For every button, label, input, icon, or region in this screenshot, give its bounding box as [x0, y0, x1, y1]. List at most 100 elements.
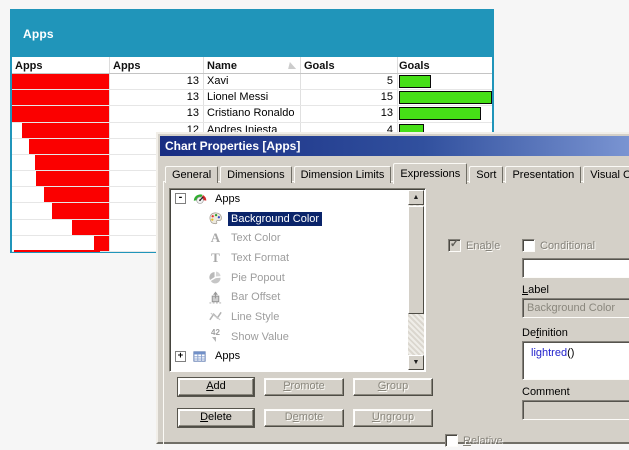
demote-button: Demote [264, 409, 344, 427]
tree-item-background-color[interactable]: Background Color [170, 209, 425, 229]
red-bar [94, 235, 109, 251]
delete-button[interactable]: Delete [177, 408, 255, 428]
tree-item-text-color[interactable]: A Text Color [170, 228, 425, 248]
show-value-icon: 42 [207, 328, 224, 345]
tree-item-pie-popout[interactable]: Pie Popout [170, 268, 425, 288]
enable-checkbox: ✓ [448, 239, 461, 252]
expand-icon[interactable]: + [175, 350, 186, 362]
tab-visual-cues[interactable]: Visual Cues [583, 166, 629, 183]
dialog-tabs: General Dimensions Dimension Limits Express… [165, 162, 629, 184]
promote-button: Promote [264, 378, 344, 396]
expressions-tree: - Apps Background Color A Text Color T Text Fo… [169, 188, 426, 372]
text-format-icon: T [211, 249, 220, 265]
column-header-goals-3[interactable]: Goals [301, 57, 398, 73]
bar-offset-icon [207, 289, 224, 305]
red-bar [12, 90, 109, 106]
definition-input[interactable]: lightred() [522, 341, 629, 380]
goals-value-cell[interactable]: 5 [301, 74, 398, 90]
tree-item-apps[interactable]: - Apps [170, 189, 425, 209]
goals-bar-cell[interactable] [398, 74, 492, 89]
column-header-apps-0[interactable]: Apps [12, 57, 110, 73]
green-bar [399, 75, 431, 88]
apps-bar-cell[interactable] [12, 203, 110, 219]
comment-caption: Comment [522, 386, 570, 398]
apps-bar-cell[interactable] [12, 154, 110, 171]
tree-item-label: Show Value [231, 330, 289, 343]
gauge-icon [191, 191, 208, 207]
goals-bar-cell[interactable] [398, 90, 492, 105]
red-bar-clipped [14, 250, 101, 252]
tree-item-label: Bar Offset [231, 291, 281, 304]
table-row: 13 Xavi 5 [12, 74, 492, 91]
green-bar [399, 91, 492, 105]
red-bar [35, 154, 109, 171]
tree-scrollbar[interactable]: ▲ ▼ [408, 190, 424, 370]
dialog-titlebar[interactable]: Chart Properties [Apps] [160, 136, 629, 156]
column-header-apps-1[interactable]: Apps [110, 57, 204, 73]
scrollbar-thumb[interactable] [408, 206, 424, 314]
scrollbar-up-icon[interactable]: ▲ [408, 190, 424, 205]
tree-item-label: Apps [215, 192, 241, 205]
tab-sort[interactable]: Sort [469, 166, 504, 183]
add-button[interactable]: Add [177, 377, 255, 397]
expressions-tab-page: - Apps Background Color A Text Color T Text Fo… [163, 181, 629, 450]
red-bar [51, 203, 109, 219]
text-color-icon: A [210, 230, 221, 246]
red-bar [72, 219, 109, 235]
palette-icon [207, 211, 224, 227]
name-cell[interactable]: Cristiano Ronaldo [204, 106, 301, 122]
dialog-title: Chart Properties [Apps] [165, 139, 301, 153]
tree-item-line-style[interactable]: Line Style [170, 307, 425, 327]
apps-bar-cell[interactable] [12, 171, 110, 187]
tab-general[interactable]: General [165, 166, 219, 183]
tree-item-label: Background Color [228, 211, 323, 226]
line-style-icon [207, 309, 224, 325]
column-header-label: Apps [15, 59, 43, 72]
checkmark-icon: ✓ [449, 238, 460, 250]
apps-bar-cell[interactable] [12, 138, 110, 154]
goals-value-cell[interactable]: 13 [301, 106, 398, 122]
definition-args: () [567, 347, 575, 359]
tab-dimensions[interactable]: Dimensions [220, 166, 292, 183]
sort-indicator-icon [285, 62, 297, 69]
apps-bar-cell[interactable] [12, 106, 110, 122]
ungroup-button: Ungroup [353, 409, 433, 427]
scrollbar-down-icon[interactable]: ▼ [408, 355, 424, 370]
red-bar [12, 106, 109, 122]
tab-presentation[interactable]: Presentation [505, 166, 582, 183]
apps-bar-cell[interactable] [12, 187, 110, 203]
apps-bar-cell[interactable] [12, 235, 110, 251]
tree-item-show-value[interactable]: 42 Show Value [170, 327, 425, 347]
apps-bar-cell[interactable] [12, 122, 110, 138]
apps-window-titlebar[interactable]: Apps [12, 11, 492, 57]
goals-bar-cell[interactable] [398, 106, 492, 121]
tab-expressions[interactable]: Expressions [393, 163, 468, 184]
table-row: 13 Cristiano Ronaldo 13 [12, 106, 492, 123]
tree-item-bar-offset[interactable]: Bar Offset [170, 287, 425, 307]
apps-value-cell[interactable]: 13 [110, 74, 204, 90]
red-bar [36, 171, 109, 187]
comment-input [522, 400, 629, 420]
conditional-checkbox [522, 239, 535, 252]
apps-bar-cell[interactable] [12, 90, 110, 106]
red-bar [28, 138, 109, 154]
apps-value-cell[interactable]: 13 [110, 106, 204, 122]
name-cell[interactable]: Lionel Messi [204, 90, 301, 106]
column-header-goals-4[interactable]: Goals [398, 57, 492, 73]
column-header-label: Goals [304, 59, 335, 72]
tree-item-text-format[interactable]: T Text Format [170, 248, 425, 268]
tree-item-label: Line Style [231, 310, 280, 323]
tree-item-label: Apps [215, 350, 241, 363]
column-header-name-2[interactable]: Name [204, 57, 301, 73]
tab-dimension-limits[interactable]: Dimension Limits [293, 166, 392, 183]
red-bar [12, 74, 109, 90]
apps-value-cell[interactable]: 13 [110, 90, 204, 106]
tree-item-apps[interactable]: + Apps [170, 347, 425, 367]
apps-bar-cell[interactable] [12, 219, 110, 235]
column-header-label: Name [207, 59, 237, 72]
red-bar [44, 187, 109, 203]
apps-bar-cell[interactable] [12, 74, 110, 90]
goals-value-cell[interactable]: 15 [301, 90, 398, 106]
name-cell[interactable]: Xavi [204, 74, 301, 90]
collapse-icon[interactable]: - [175, 193, 186, 205]
